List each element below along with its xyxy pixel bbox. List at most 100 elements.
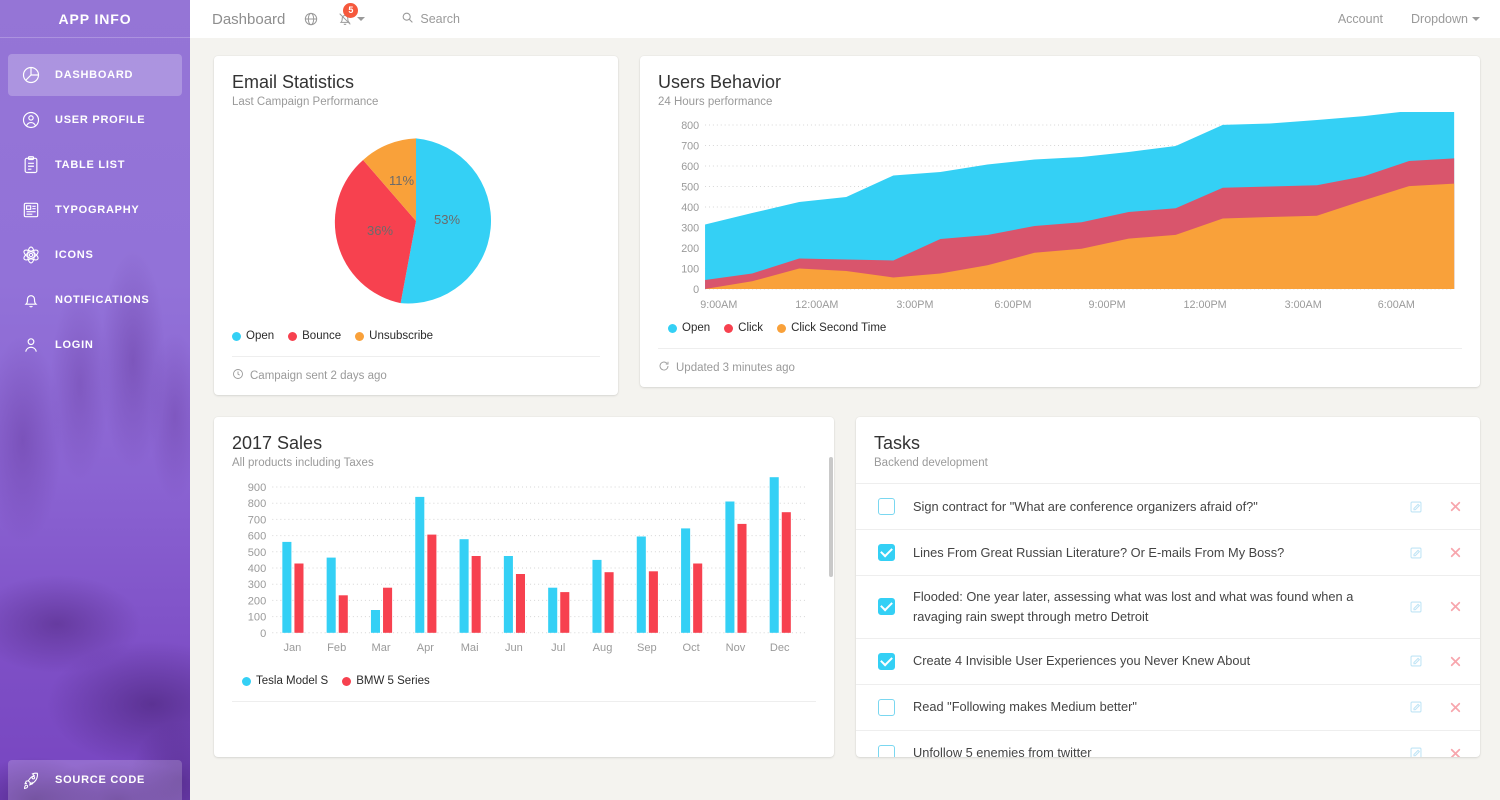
dashboard-app: APP INFO DASHBOARD USER PROFILE TABLE LI… [0, 0, 1500, 800]
legend-item[interactable]: Unsubscribe [355, 330, 433, 342]
legend-item[interactable]: Tesla Model S [242, 675, 328, 687]
svg-text:400: 400 [248, 563, 266, 575]
svg-text:700: 700 [248, 514, 266, 526]
task-label: Read "Following makes Medium better" [913, 699, 1137, 715]
edit-icon[interactable] [1409, 500, 1423, 514]
svg-text:6:00PM: 6:00PM [994, 299, 1031, 311]
svg-text:Mar: Mar [371, 642, 390, 654]
close-icon[interactable] [1449, 701, 1462, 714]
svg-text:700: 700 [681, 140, 699, 152]
table-row[interactable]: Lines From Great Russian Literature? Or … [856, 529, 1480, 575]
search-button[interactable]: Search [401, 11, 460, 27]
task-checkbox[interactable] [878, 498, 895, 515]
close-icon[interactable] [1449, 747, 1462, 757]
sidebar-item-login[interactable]: LOGIN [8, 324, 182, 366]
atom-icon [20, 244, 42, 266]
legend-item[interactable]: Click [724, 322, 763, 334]
card-header: Users Behavior 24 Hours performance [640, 56, 1480, 112]
table-row[interactable]: Sign contract for "What are conference o… [856, 483, 1480, 529]
edit-icon[interactable] [1409, 700, 1423, 714]
legend-dot-icon [242, 676, 251, 686]
legend-item[interactable]: BMW 5 Series [342, 675, 430, 687]
task-checkbox[interactable] [878, 652, 895, 670]
task-actions [1409, 600, 1462, 614]
task-label: Sign contract for "What are conference o… [913, 498, 1258, 514]
account-link[interactable]: Account [1338, 12, 1383, 26]
sidebar-item-label: TYPOGRAPHY [55, 204, 140, 216]
svg-text:9:00PM: 9:00PM [1089, 299, 1126, 311]
rocket-icon [20, 769, 42, 791]
svg-text:800: 800 [681, 120, 699, 132]
globe-icon[interactable] [303, 11, 319, 27]
card-subtitle: 24 Hours performance [658, 96, 773, 108]
chart-y-axis-labels: 900 800 700 600 500 400 300 200 100 0 [248, 482, 266, 640]
svg-text:Feb: Feb [327, 642, 346, 654]
svg-text:12:00AM: 12:00AM [795, 299, 838, 311]
task-checkbox[interactable] [878, 744, 895, 757]
sidebar-brand[interactable]: APP INFO [0, 0, 190, 38]
card-footer: Updated 3 minutes ago [658, 348, 1462, 387]
svg-text:200: 200 [248, 595, 266, 607]
task-actions [1409, 500, 1462, 514]
legend-item[interactable]: Click Second Time [777, 322, 886, 334]
sidebar-item-label: USER PROFILE [55, 114, 146, 126]
legend-dot-icon [724, 323, 734, 333]
close-icon[interactable] [1449, 546, 1462, 559]
legend-item[interactable]: Bounce [288, 330, 341, 342]
topbar: Dashboard 5 Search Account Dropdown [190, 0, 1500, 38]
sidebar-item-table-list[interactable]: TABLE LIST [8, 144, 182, 186]
legend-item[interactable]: Open [668, 322, 710, 334]
table-row[interactable]: Flooded: One year later, assessing what … [856, 575, 1480, 638]
task-checkbox[interactable] [878, 544, 895, 561]
row-top: Email Statistics Last Campaign Performan… [214, 56, 1480, 395]
svg-text:100: 100 [681, 263, 699, 275]
chart-x-axis-labels: Jan Feb Mar Apr Mai Jun Jul Aug Sep Oct Nov De… [284, 642, 791, 654]
sidebar-item-icons[interactable]: ICONS [8, 234, 182, 276]
svg-text:0: 0 [260, 628, 266, 640]
sidebar-item-dashboard[interactable]: DASHBOARD [8, 54, 182, 96]
card-title: Email Statistics [232, 72, 355, 92]
svg-text:Apr: Apr [417, 642, 435, 654]
sidebar: APP INFO DASHBOARD USER PROFILE TABLE LI… [0, 0, 190, 800]
table-row[interactable]: Create 4 Invisible User Experiences you … [856, 637, 1480, 684]
legend-item[interactable]: Open [232, 330, 274, 342]
card-scrollbar[interactable] [829, 457, 833, 577]
sidebar-item-source-code[interactable]: SOURCE CODE [8, 760, 182, 800]
edit-icon[interactable] [1409, 600, 1423, 614]
svg-text:12:00PM: 12:00PM [1184, 299, 1227, 311]
card-body: 900 800 700 600 500 400 300 200 100 0 Ja… [214, 473, 834, 691]
task-checkbox[interactable] [878, 698, 895, 716]
bar-series-tesla-model-s [282, 477, 779, 633]
legend-dot-icon [355, 331, 365, 341]
sidebar-item-user-profile[interactable]: USER PROFILE [8, 99, 182, 141]
dropdown-menu[interactable]: Dropdown [1411, 12, 1480, 26]
edit-icon[interactable] [1409, 746, 1423, 757]
svg-text:800: 800 [248, 498, 266, 510]
card-2017-sales: 2017 Sales All products including Taxes [214, 417, 834, 757]
sidebar-nav: DASHBOARD USER PROFILE TABLE LIST TYPOGR… [0, 38, 190, 366]
task-actions [1409, 746, 1462, 757]
bar-legend: Tesla Model S BMW 5 Series [232, 663, 816, 691]
table-row[interactable]: Unfollow 5 enemies from twitter [856, 729, 1480, 757]
edit-icon[interactable] [1409, 546, 1423, 560]
close-icon[interactable] [1449, 655, 1462, 668]
topbar-right: Account Dropdown [1338, 12, 1480, 26]
newspaper-icon [20, 199, 42, 221]
card-subtitle: All products including Taxes [232, 457, 374, 469]
content: Email Statistics Last Campaign Performan… [190, 38, 1500, 800]
sidebar-item-typography[interactable]: TYPOGRAPHY [8, 189, 182, 231]
task-checkbox[interactable] [878, 598, 895, 616]
card-footer: Campaign sent 2 days ago [232, 356, 600, 395]
svg-text:0: 0 [693, 284, 699, 296]
chart-x-axis-labels: 9:00AM 12:00AM 3:00PM 6:00PM 9:00PM 12:0… [700, 299, 1415, 311]
legend-dot-icon [342, 676, 352, 686]
edit-icon[interactable] [1409, 654, 1423, 668]
sidebar-item-notifications[interactable]: NOTIFICATIONS [8, 279, 182, 321]
table-row[interactable]: Read "Following makes Medium better" [856, 683, 1480, 730]
notifications-bell-icon[interactable]: 5 [337, 3, 366, 27]
svg-text:Sep: Sep [637, 642, 657, 654]
close-icon[interactable] [1449, 500, 1462, 513]
sidebar-item-label: NOTIFICATIONS [55, 294, 150, 306]
close-icon[interactable] [1449, 600, 1462, 613]
legend-label: Open [246, 330, 275, 342]
